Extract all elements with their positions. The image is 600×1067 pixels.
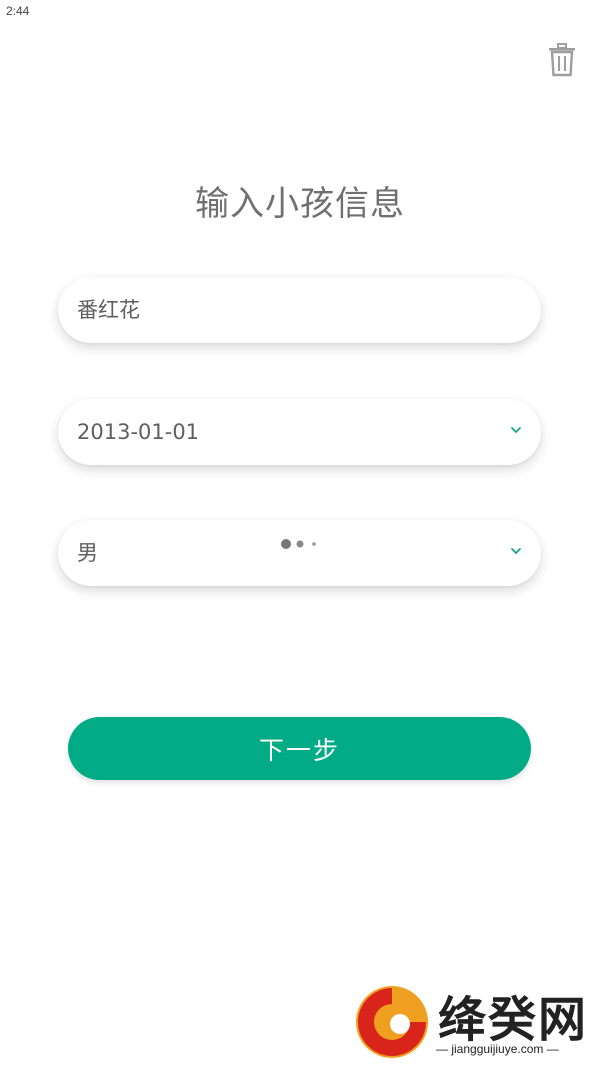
- page-title: 输入小孩信息: [195, 184, 405, 224]
- watermark-url: — jiangguijiuye.com —: [436, 1042, 559, 1056]
- watermark-text: 绛癸网: [438, 992, 589, 1048]
- chevron-down-icon: [511, 427, 521, 434]
- watermark: 绛癸网 — jiangguijiuye.com —: [352, 980, 600, 1067]
- birthdate-value: 2013-01-01: [77, 420, 200, 444]
- next-button[interactable]: 下一步: [68, 717, 531, 780]
- gender-select[interactable]: 男: [58, 520, 541, 586]
- name-field[interactable]: 番红花: [58, 277, 541, 343]
- chevron-down-icon: [511, 548, 521, 555]
- name-input[interactable]: 番红花: [77, 277, 140, 343]
- gender-value: 男: [77, 541, 98, 565]
- birthdate-select[interactable]: 2013-01-01: [58, 399, 541, 465]
- status-time: 2:44: [6, 4, 30, 18]
- watermark-logo: [356, 986, 428, 1058]
- loading-dots-icon: [281, 539, 316, 549]
- trash-icon[interactable]: [548, 43, 576, 77]
